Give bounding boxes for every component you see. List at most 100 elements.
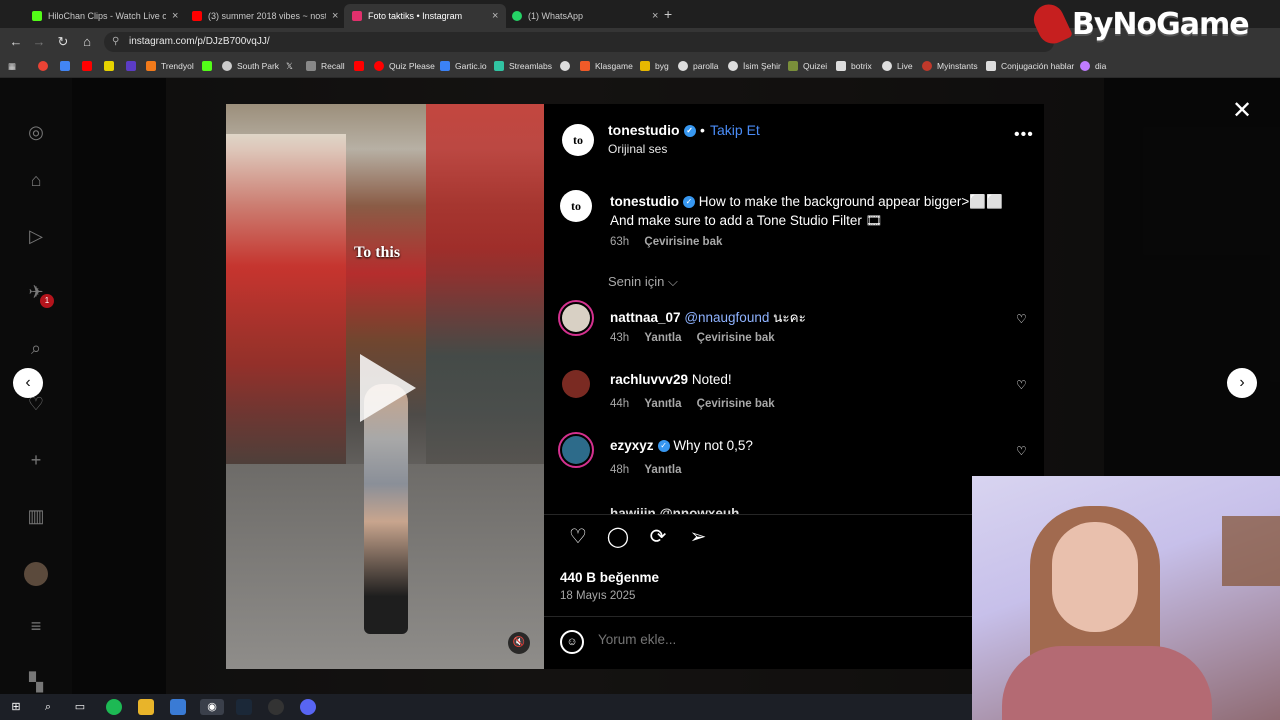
- follow-button[interactable]: Takip Et: [710, 122, 760, 138]
- home-icon[interactable]: ⌂: [24, 168, 48, 192]
- bookmark-trendyol[interactable]: Trendyol: [146, 61, 194, 71]
- caption-avatar[interactable]: to: [560, 190, 592, 222]
- author-avatar[interactable]: to: [562, 124, 594, 156]
- tab-kick[interactable]: HiloChan Clips - Watch Live on ×: [24, 4, 186, 28]
- close-icon[interactable]: ×: [492, 10, 498, 22]
- bookmark-icon[interactable]: [104, 61, 119, 71]
- tab-instagram[interactable]: Foto taktiks • Instagram ×: [344, 4, 507, 28]
- bookmark-live[interactable]: Live: [882, 61, 913, 71]
- close-icon[interactable]: ×: [332, 10, 338, 22]
- threads-icon[interactable]: ▚: [24, 670, 48, 694]
- bookmark-quizei[interactable]: Quizei: [788, 61, 827, 71]
- repost-icon[interactable]: ⟳: [638, 524, 678, 549]
- share-icon[interactable]: ➢: [678, 524, 718, 549]
- back-button[interactable]: ←: [8, 34, 24, 49]
- spotify-icon[interactable]: [106, 699, 122, 715]
- bookmark-myinstants[interactable]: Myinstants: [922, 61, 978, 71]
- chrome-icon[interactable]: ◉: [200, 699, 224, 715]
- site-info-icon[interactable]: ⚲: [112, 36, 119, 47]
- forward-button[interactable]: →: [31, 34, 47, 49]
- see-translation-link[interactable]: Çevirisine bak: [644, 236, 722, 248]
- next-post-button[interactable]: ›: [1227, 368, 1257, 398]
- x-icon[interactable]: 𝕏: [286, 61, 293, 72]
- create-icon[interactable]: +: [24, 448, 48, 472]
- reply-button[interactable]: Yanıtla: [644, 464, 681, 476]
- google-icon[interactable]: [38, 61, 53, 71]
- bookmark-recall[interactable]: Recall: [306, 61, 345, 71]
- bookmark-quiz-please[interactable]: Quiz Please: [374, 61, 435, 71]
- menu-icon[interactable]: ≡: [24, 614, 48, 638]
- caption-username[interactable]: tonestudio: [610, 194, 679, 209]
- windows-start-icon[interactable]: ⊞: [8, 699, 24, 715]
- author-username[interactable]: tonestudio ✓: [608, 122, 696, 138]
- youtube-bookmark-icon[interactable]: [354, 61, 369, 71]
- app-icon[interactable]: [170, 699, 186, 715]
- see-translation-link[interactable]: Çevirisine bak: [697, 398, 775, 410]
- home-button[interactable]: ⌂: [79, 34, 95, 49]
- bookmark-parolla[interactable]: parolla: [678, 61, 719, 71]
- task-view-icon[interactable]: ▭: [72, 699, 88, 715]
- youtube-bookmark-icon[interactable]: [82, 61, 97, 71]
- bookmark-south-park[interactable]: South Park: [222, 61, 279, 71]
- bookmark-conjugacion[interactable]: Conjugación hablar: [986, 61, 1074, 71]
- reply-button[interactable]: Yanıtla: [644, 398, 681, 410]
- comment-like-heart-icon[interactable]: ♡: [1016, 312, 1027, 326]
- see-translation-link[interactable]: Çevirisine bak: [697, 332, 775, 344]
- post-video[interactable]: To this 🔇: [226, 104, 544, 669]
- comment-username[interactable]: ezyxyz: [610, 438, 654, 453]
- previous-post-button[interactable]: ‹: [13, 368, 43, 398]
- mute-icon[interactable]: 🔇: [508, 632, 530, 654]
- dashboard-icon[interactable]: ▥: [24, 504, 48, 528]
- bookmark-byg[interactable]: byg: [640, 61, 669, 71]
- url-field[interactable]: ⚲ instagram.com/p/DJzB700vqJJ/: [104, 32, 1054, 52]
- comment-mention[interactable]: @nnaugfound: [684, 310, 769, 325]
- comment-input[interactable]: [598, 632, 978, 647]
- apps-icon[interactable]: ▦: [8, 61, 16, 72]
- search-icon[interactable]: ⌕: [40, 699, 56, 715]
- file-explorer-icon[interactable]: [138, 699, 154, 715]
- reload-button[interactable]: ↻: [55, 34, 71, 50]
- bookmark-dia[interactable]: dia: [1080, 61, 1106, 71]
- emoji-icon[interactable]: ☺: [560, 630, 584, 654]
- bookmark-icon[interactable]: [126, 61, 141, 71]
- close-icon[interactable]: ×: [172, 10, 178, 22]
- comment-meta: 44h Yanıtla Çevirisine bak: [610, 398, 787, 410]
- profile-avatar[interactable]: [24, 562, 48, 586]
- close-icon[interactable]: ×: [652, 10, 658, 22]
- like-count[interactable]: 440 B beğenme: [560, 570, 659, 585]
- comment-username[interactable]: rachluvvv29: [610, 372, 688, 387]
- play-icon[interactable]: [360, 354, 416, 422]
- comment-icon[interactable]: ◯: [598, 524, 638, 549]
- like-heart-icon[interactable]: ♡: [558, 524, 598, 549]
- comment-avatar[interactable]: [558, 300, 594, 336]
- kick-bookmark-icon[interactable]: [202, 61, 217, 71]
- new-tab-button[interactable]: +: [664, 6, 672, 22]
- bookmark-isim-sehir[interactable]: İsim Şehir: [728, 61, 781, 71]
- bookmark-botrix[interactable]: botrix: [836, 61, 872, 71]
- comment-sort-dropdown[interactable]: Senin için ⌵: [608, 274, 678, 290]
- tab-whatsapp[interactable]: (1) WhatsApp ×: [504, 4, 666, 28]
- search-icon[interactable]: ⌕: [24, 336, 48, 360]
- comment-text: Noted!: [691, 372, 732, 387]
- more-options-icon[interactable]: •••: [1014, 126, 1034, 144]
- comment-avatar[interactable]: [558, 432, 594, 468]
- comment-like-heart-icon[interactable]: ♡: [1016, 444, 1027, 458]
- comment-like-heart-icon[interactable]: ♡: [1016, 378, 1027, 392]
- steam-icon[interactable]: [236, 699, 252, 715]
- comment-avatar[interactable]: [558, 366, 594, 402]
- bookmark-klasgame[interactable]: Klasgame: [580, 61, 633, 71]
- bookmark-label: Streamlabs: [509, 61, 552, 71]
- discord-icon[interactable]: [300, 699, 316, 715]
- tab-youtube[interactable]: (3) summer 2018 vibes ~ nosta ×: [184, 4, 346, 28]
- audio-link[interactable]: Orijinal ses: [608, 142, 667, 156]
- instagram-logo-icon[interactable]: ◎: [24, 120, 48, 144]
- obs-icon[interactable]: [268, 699, 284, 715]
- reels-icon[interactable]: ▷: [24, 224, 48, 248]
- comment-username[interactable]: nattnaa_07: [610, 310, 681, 325]
- bookmark-gartic[interactable]: Gartic.io: [440, 61, 487, 71]
- bookmark-icon[interactable]: [560, 61, 575, 71]
- bookmark-streamlabs[interactable]: Streamlabs: [494, 61, 552, 71]
- reply-button[interactable]: Yanıtla: [644, 332, 681, 344]
- bookmark-icon[interactable]: [60, 61, 75, 71]
- close-icon[interactable]: ✕: [1232, 96, 1252, 125]
